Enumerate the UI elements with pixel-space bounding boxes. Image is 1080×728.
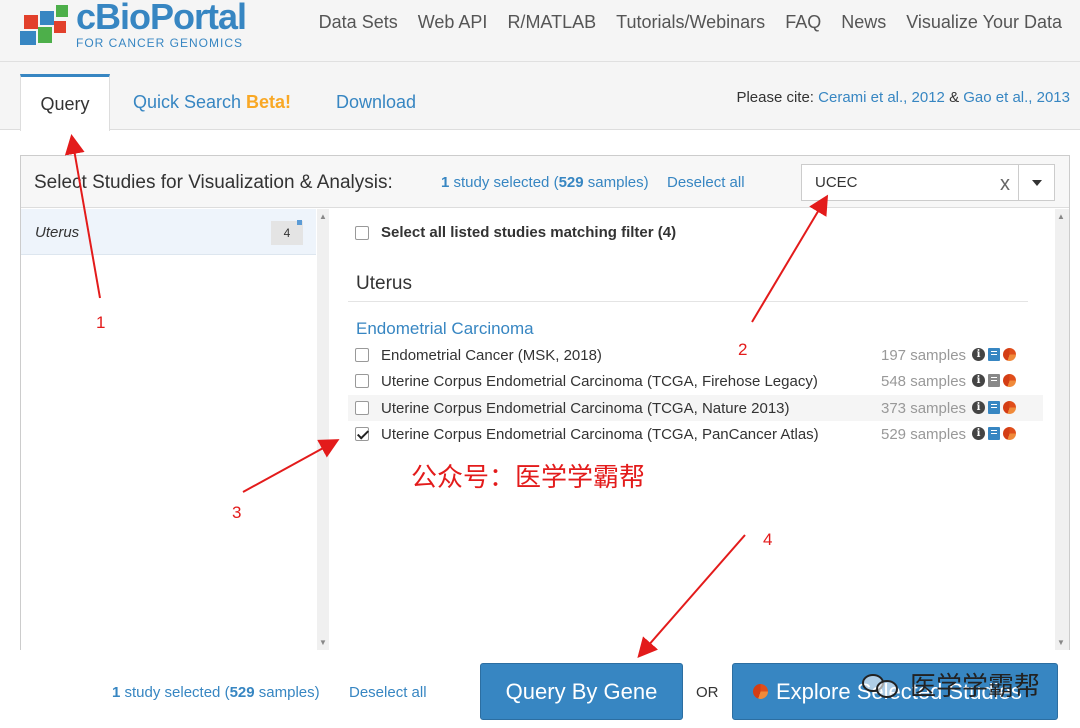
study-row[interactable]: Uterine Corpus Endometrial Carcinoma (TC… [348, 421, 1043, 447]
annotation-number-2: 2 [738, 340, 748, 359]
left-scrollbar[interactable]: ▲ ▼ [317, 209, 329, 650]
selection-summary: 1 study selected (529 samples) [441, 174, 649, 191]
selected-indicator-icon [297, 220, 302, 225]
selected-samples: 529 [558, 174, 584, 191]
watermark-logo-text: 医学学霸帮 [910, 672, 1041, 702]
study-checkbox[interactable] [355, 348, 369, 362]
bottom-selected-samples: 529 [229, 684, 255, 701]
study-name[interactable]: Uterine Corpus Endometrial Carcinoma (TC… [381, 426, 819, 443]
study-row[interactable]: Uterine Corpus Endometrial Carcinoma (TC… [348, 368, 1043, 394]
study-checkbox-checked[interactable] [355, 427, 369, 441]
info-icon[interactable]: i [972, 401, 985, 414]
nav-data-sets[interactable]: Data Sets [319, 12, 398, 33]
nav-news[interactable]: News [841, 12, 886, 33]
search-value: UCEC [815, 174, 858, 191]
info-icon[interactable]: i [972, 374, 985, 387]
bottom-selection-summary: 1 study selected (529 samples) [112, 684, 320, 701]
info-icon[interactable]: i [972, 427, 985, 440]
select-all-label: Select all listed studies matching filte… [381, 224, 677, 241]
select-all-checkbox[interactable] [355, 225, 369, 240]
top-header: cBioPortal FOR CANCER GENOMICS Data Sets… [0, 0, 1080, 62]
logo-subtitle: FOR CANCER GENOMICS [76, 36, 244, 50]
study-name[interactable]: Endometrial Cancer (MSK, 2018) [381, 347, 602, 364]
study-name[interactable]: Uterine Corpus Endometrial Carcinoma (TC… [381, 373, 818, 390]
annotation-number-3: 3 [232, 503, 242, 522]
watermark-text: 公众号：医学学霸帮 [411, 463, 646, 493]
study-checkbox[interactable] [355, 374, 369, 388]
wechat-watermark-logo: 医学学霸帮 [862, 666, 1040, 703]
selected-count: 1 [441, 174, 450, 191]
bottom-deselect-all-link[interactable]: Deselect all [349, 684, 427, 701]
tab-query[interactable]: Query [20, 74, 110, 131]
annotation-number-4: 4 [763, 530, 773, 549]
right-scrollbar[interactable]: ▲ ▼ [1055, 209, 1069, 650]
bottom-selected-text-a: study selected ( [124, 684, 230, 701]
cancer-type-item-uterus[interactable]: Uterus 4 [21, 209, 316, 255]
publication-icon[interactable] [988, 401, 1000, 414]
logo-mark-icon [18, 1, 72, 49]
or-separator: OR [696, 684, 719, 701]
tab-download[interactable]: Download [336, 74, 416, 130]
nav-r-matlab[interactable]: R/MATLAB [507, 12, 596, 33]
study-checkbox[interactable] [355, 401, 369, 415]
publication-icon[interactable] [988, 348, 1000, 361]
cancer-type-list: Uterus 4 ▲ ▼ [21, 209, 329, 650]
selected-text-a: study selected ( [453, 174, 559, 191]
cite-prefix: Please cite: [736, 89, 814, 106]
nav-tutorials[interactable]: Tutorials/Webinars [616, 12, 765, 33]
select-all-row[interactable]: Select all listed studies matching filte… [355, 224, 676, 241]
pie-chart-icon[interactable] [1003, 401, 1016, 414]
study-samples: 529 samples [881, 425, 967, 443]
cite-amp: & [949, 89, 960, 106]
wechat-icon [862, 672, 900, 698]
panel-title: Select Studies for Visualization & Analy… [34, 172, 393, 193]
selected-text-b: samples) [587, 174, 649, 191]
study-samples: 548 samples [881, 372, 967, 390]
study-samples: 373 samples [881, 399, 967, 417]
cancer-subtype-title[interactable]: Endometrial Carcinoma [356, 319, 534, 339]
scroll-down-icon[interactable]: ▼ [1057, 638, 1065, 647]
main-nav: Data Sets Web API R/MATLAB Tutorials/Web… [319, 12, 1062, 33]
study-row[interactable]: Endometrial Cancer (MSK, 2018) 197 sampl… [348, 342, 1043, 368]
panel-header: Select Studies for Visualization & Analy… [21, 156, 1069, 208]
publication-icon[interactable] [988, 374, 1000, 387]
search-dropdown-button[interactable] [1019, 164, 1055, 201]
scroll-up-icon[interactable]: ▲ [1057, 212, 1065, 221]
cancer-type-label: Uterus [35, 224, 80, 241]
divider [348, 301, 1028, 302]
bottom-selected-text-b: samples) [258, 684, 320, 701]
study-search-input[interactable]: UCEC x [801, 164, 1019, 201]
pie-chart-icon[interactable] [1003, 374, 1016, 387]
pie-chart-icon[interactable] [1003, 348, 1016, 361]
deselect-all-link[interactable]: Deselect all [667, 174, 745, 191]
annotation-number-1: 1 [96, 313, 106, 332]
cite-link-cerami[interactable]: Cerami et al., 2012 [818, 89, 945, 106]
citation: Please cite: Cerami et al., 2012 & Gao e… [736, 89, 1070, 106]
publication-icon[interactable] [988, 427, 1000, 440]
bottom-selected-count: 1 [112, 684, 121, 701]
study-name[interactable]: Uterine Corpus Endometrial Carcinoma (TC… [381, 400, 790, 417]
tab-quick-search[interactable]: Quick Search Beta! [133, 74, 291, 130]
nav-web-api[interactable]: Web API [418, 12, 488, 33]
scroll-up-icon[interactable]: ▲ [319, 212, 327, 221]
logo-name: cBioPortal [76, 0, 247, 37]
nav-faq[interactable]: FAQ [785, 12, 821, 33]
clear-search-icon[interactable]: x [1000, 173, 1010, 196]
caret-down-icon [1031, 179, 1042, 186]
nav-visualize-your-data[interactable]: Visualize Your Data [906, 12, 1062, 33]
organ-group-title: Uterus [356, 273, 412, 294]
info-icon[interactable]: i [972, 348, 985, 361]
cite-link-gao[interactable]: Gao et al., 2013 [963, 89, 1070, 106]
tab-quick-search-label: Quick Search [133, 91, 242, 112]
query-by-gene-button[interactable]: Query By Gene [480, 663, 683, 720]
pie-chart-icon [753, 684, 768, 699]
study-row[interactable]: Uterine Corpus Endometrial Carcinoma (TC… [348, 395, 1043, 421]
tabs-row: Query Quick Search Beta! Download Please… [0, 62, 1080, 131]
study-samples: 197 samples [881, 346, 967, 364]
beta-badge: Beta! [246, 91, 292, 112]
scroll-down-icon[interactable]: ▼ [319, 638, 327, 647]
pie-chart-icon[interactable] [1003, 427, 1016, 440]
cbioportal-logo[interactable]: cBioPortal FOR CANCER GENOMICS [18, 0, 247, 50]
